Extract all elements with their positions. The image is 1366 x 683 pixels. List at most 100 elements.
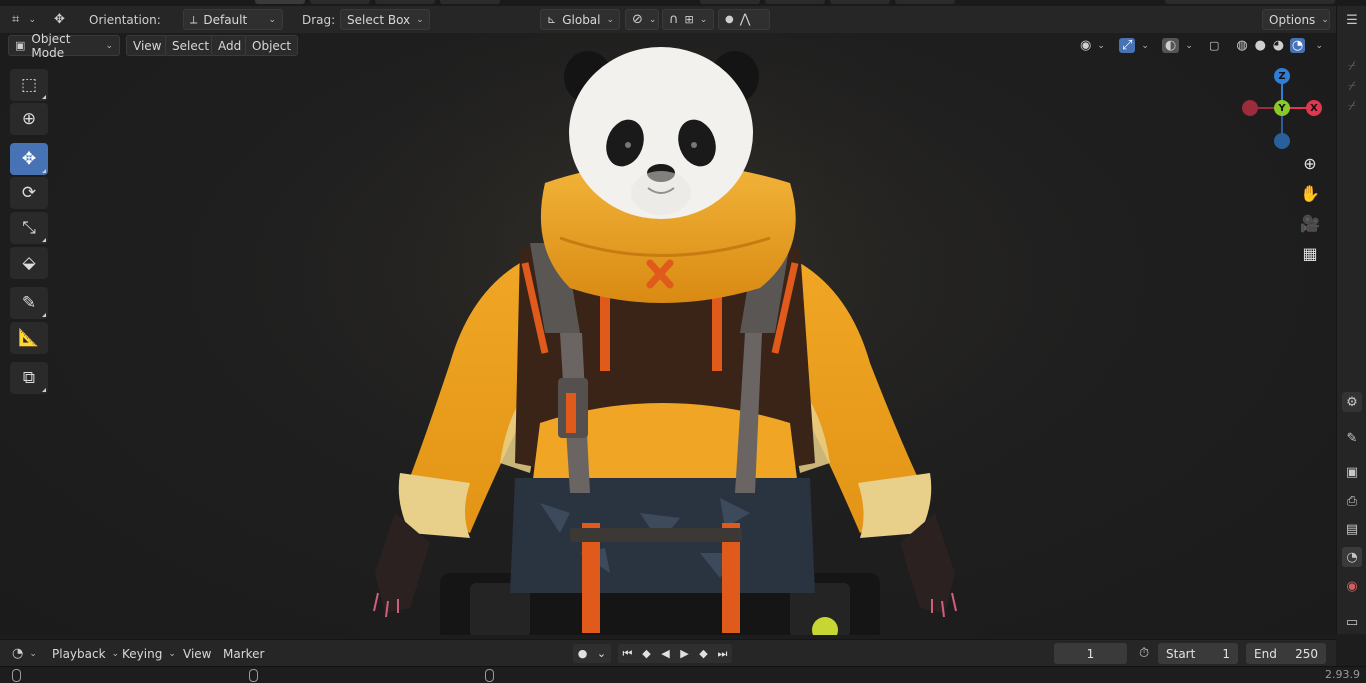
workspace-tab-active[interactable] <box>255 0 305 4</box>
pivot-point-dropdown[interactable]: ⊘ ⌄ <box>625 9 659 30</box>
menu-select[interactable]: Select <box>165 35 217 56</box>
select-box-tool[interactable]: ⬚ <box>10 69 48 101</box>
menu-add[interactable]: Add <box>211 35 249 56</box>
world-icon[interactable]: ◉ <box>1342 576 1362 596</box>
workspace-tab[interactable] <box>830 0 890 4</box>
chevron-down-icon: ⌄ <box>648 14 657 25</box>
record-button[interactable]: ● <box>573 644 592 663</box>
properties-editor-strip: ☰ ⌿ ⌿ ⌿ ⚙ ✎ ▣ ⎙ ▤ ◔ ◉ ▭ <box>1336 6 1366 634</box>
scale-tool[interactable]: ⤡ <box>10 212 48 244</box>
record-icon: ● <box>577 647 588 660</box>
move-tool[interactable]: ✥ <box>10 143 48 175</box>
move-icon: ✥ <box>21 149 37 169</box>
workspace-tab[interactable] <box>765 0 825 4</box>
end-frame-field[interactable]: End 250 <box>1246 643 1326 664</box>
ortho-grid-icon[interactable]: ▦ <box>1298 241 1322 265</box>
pin-icon[interactable]: ⌿ <box>1342 56 1362 76</box>
orientation-value: Default <box>203 12 248 27</box>
proportional-edit-group[interactable]: ● ⋀ <box>718 9 770 30</box>
overlay-toggle[interactable]: ◐ ⌄ <box>1156 35 1198 56</box>
chevron-down-icon: ⌄ <box>29 648 37 659</box>
prev-keyframe-button[interactable]: ◆ <box>637 644 656 663</box>
navigation-gizmo[interactable]: Z Y X <box>1236 68 1326 149</box>
collection-icon[interactable]: ▭ <box>1342 612 1362 632</box>
wireframe-shading-icon[interactable]: ◍ <box>1235 38 1249 53</box>
menu-view[interactable]: View <box>126 35 169 56</box>
chevron-down-icon: ⌄ <box>105 40 113 51</box>
workspace-tab[interactable] <box>700 0 760 4</box>
gizmo-neg-x-axis[interactable] <box>1242 100 1258 116</box>
measure-tool[interactable]: 📐 <box>10 322 48 354</box>
object-mode-dropdown[interactable]: ▣ Object Mode ⌄ <box>8 33 120 60</box>
solid-shading-icon[interactable]: ● <box>1253 38 1267 53</box>
chevron-down-icon: ⌄ <box>1185 40 1193 51</box>
gizmo-x-axis[interactable]: X <box>1306 100 1322 116</box>
options-dropdown[interactable]: Options ⌄ <box>1262 9 1330 30</box>
add-cube-tool[interactable]: ⧉ <box>10 362 48 394</box>
camera-icon[interactable]: 🎥 <box>1298 211 1322 235</box>
preview-range-toggle[interactable]: ⏱ <box>1133 643 1155 664</box>
jump-start-button[interactable]: ⏮ <box>618 644 637 663</box>
menu-keying[interactable]: Keying ⌄ <box>116 643 182 664</box>
annotate-tool[interactable]: ✎ <box>10 287 48 319</box>
drag-dropdown[interactable]: Select Box ⌄ <box>340 9 430 30</box>
snap-group[interactable]: ∩ ⊞ ⌄ <box>662 9 714 30</box>
outliner-icon[interactable]: ☰ <box>1342 10 1362 30</box>
current-frame-field[interactable]: 1 <box>1054 643 1127 664</box>
gizmo-z-axis[interactable]: Z <box>1274 68 1290 84</box>
xray-toggle[interactable]: ▢ <box>1203 35 1225 56</box>
next-keyframe-icon: ◆ <box>699 647 708 660</box>
rotate-tool[interactable]: ⟳ <box>10 177 48 209</box>
cursor-tool[interactable]: ⊕ <box>10 103 48 135</box>
visibility-dropdown[interactable]: ◉ ⌄ <box>1074 35 1110 56</box>
start-frame-field[interactable]: Start 1 <box>1158 643 1238 664</box>
workspace-tab[interactable] <box>310 0 370 4</box>
next-keyframe-button[interactable]: ◆ <box>694 644 713 663</box>
view-layer-icon[interactable]: ▤ <box>1342 519 1362 539</box>
scene-icon[interactable]: ◔ <box>1342 547 1362 567</box>
transform-space-value: Global <box>562 12 601 27</box>
jump-end-button[interactable]: ⏭ <box>713 644 732 663</box>
gizmo-y-axis[interactable]: Y <box>1274 100 1290 116</box>
rendered-shading-icon[interactable]: ◔ <box>1289 38 1306 53</box>
pan-hand-icon[interactable]: ✋ <box>1298 181 1322 205</box>
end-value: 250 <box>1295 646 1318 661</box>
orientation-dropdown[interactable]: ⟂ Default ⌄ <box>183 9 283 30</box>
menu-object[interactable]: Object <box>245 35 299 56</box>
menu-marker[interactable]: Marker <box>217 643 270 664</box>
start-value: 1 <box>1222 646 1230 661</box>
3d-viewport[interactable]: ▣ Object Mode ⌄ View Select Add Object ◉… <box>0 33 1336 635</box>
play-reverse-button[interactable]: ◀ <box>656 644 675 663</box>
xray-icon: ▢ <box>1209 39 1220 52</box>
pin-icon[interactable]: ⌿ <box>1342 96 1362 116</box>
gizmo-icon: ⤢ <box>1119 38 1136 53</box>
menu-view-timeline[interactable]: View <box>177 643 217 664</box>
falloff-curve-icon: ⋀ <box>739 12 751 27</box>
zoom-icon[interactable]: ⊕ <box>1298 151 1322 175</box>
scene-selector[interactable] <box>1165 0 1335 4</box>
timeline-editor-type[interactable]: ◔ ⌄ <box>6 643 42 664</box>
start-label: Start <box>1166 646 1196 661</box>
render-icon[interactable]: ▣ <box>1342 462 1362 482</box>
material-preview-icon[interactable]: ◕ <box>1271 38 1285 53</box>
menu-playback[interactable]: Playback ⌄ <box>46 643 125 664</box>
gizmo-neg-z-axis[interactable] <box>1274 133 1290 149</box>
transform-tool[interactable]: ⬙ <box>10 247 48 279</box>
gizmo-toggle[interactable]: ⤢ ⌄ <box>1113 35 1153 56</box>
workspace-tab[interactable] <box>440 0 500 4</box>
tool-header: ⌗ ⌄ ✥ Orientation: ⟂ Default ⌄ Drag: Sele… <box>0 6 1336 33</box>
tool-icon[interactable]: ✎ <box>1342 428 1362 448</box>
editor-type-button[interactable]: ⌗ ⌄ <box>6 9 42 30</box>
workspace-tab[interactable] <box>895 0 955 4</box>
play-button[interactable]: ▶ <box>675 644 694 663</box>
pin-icon[interactable]: ⌿ <box>1342 76 1362 96</box>
output-icon[interactable]: ⎙ <box>1342 491 1362 511</box>
annotate-icon: ✎ <box>21 293 37 313</box>
record-options[interactable]: ⌄ <box>592 644 611 663</box>
magnet-icon: ∩ <box>669 12 679 27</box>
transform-mode-button[interactable]: ✥ <box>48 9 78 30</box>
transform-space-dropdown[interactable]: ⊾ Global ⌄ <box>540 9 620 30</box>
tool-settings-icon[interactable]: ⚙ <box>1342 392 1362 412</box>
workspace-tab[interactable] <box>375 0 435 4</box>
chevron-down-icon[interactable]: ⌄ <box>1309 41 1323 51</box>
